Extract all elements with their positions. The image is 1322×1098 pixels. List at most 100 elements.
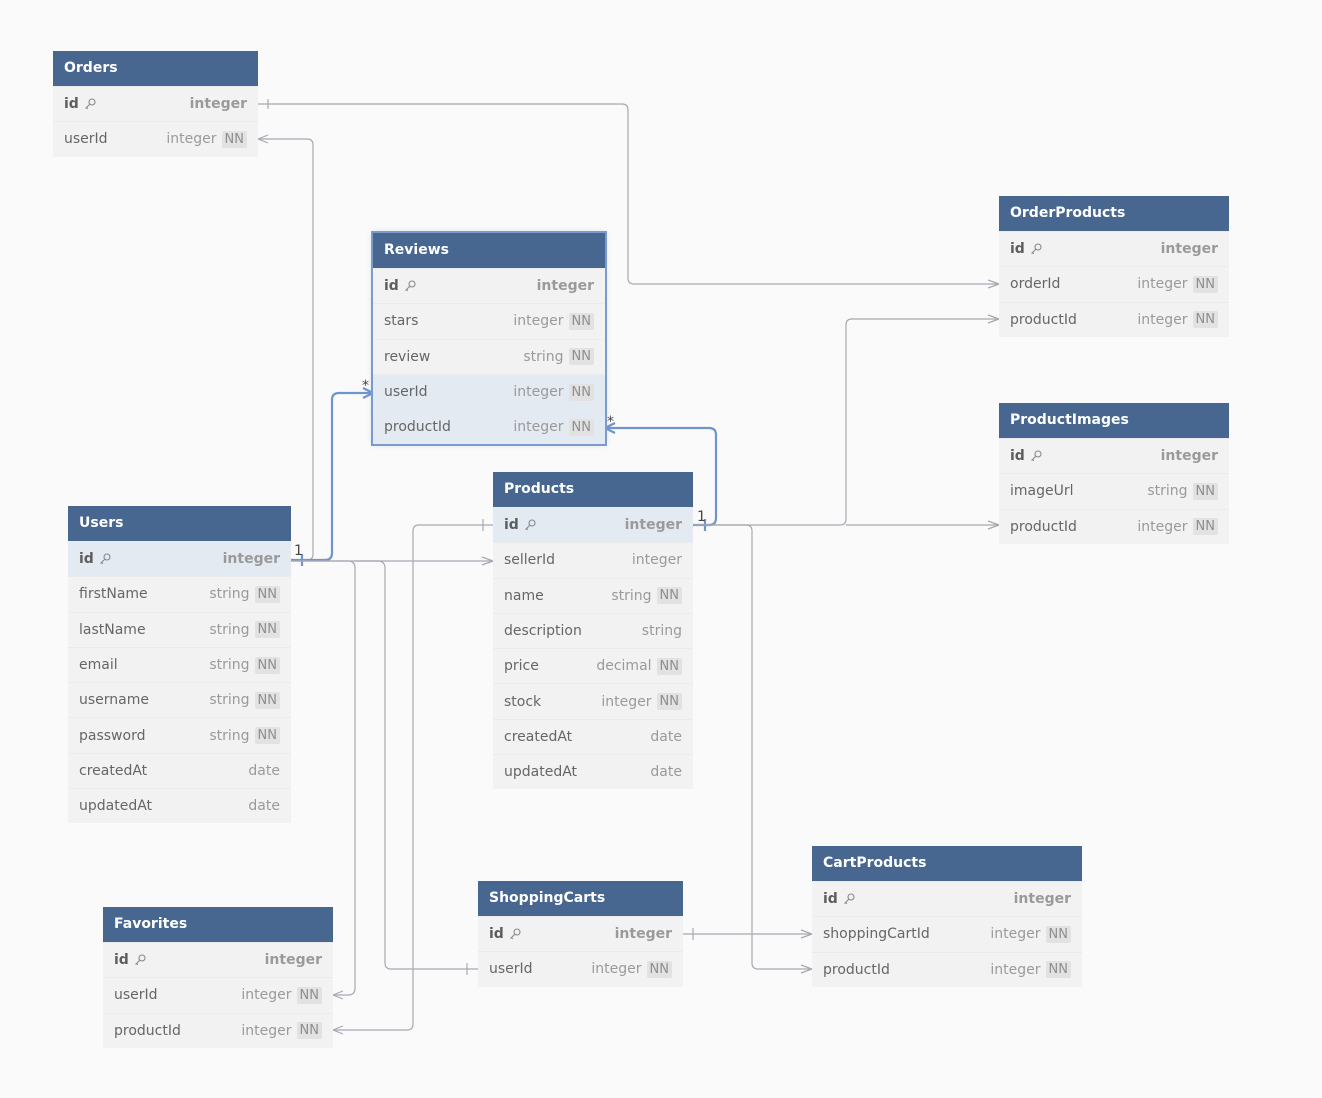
field-row-username[interactable]: username string NN (68, 682, 291, 717)
field-row-productid[interactable]: productId integer NN (373, 409, 605, 445)
field-name: description (504, 623, 582, 639)
field-row-productid[interactable]: productId integer NN (999, 508, 1229, 544)
many-marker[interactable] (257, 134, 269, 144)
table-orders[interactable]: Orders id integer userId integer NN (53, 51, 258, 157)
field-row-id[interactable]: id integer (478, 916, 683, 951)
field-row-createdat[interactable]: createdAt date (68, 752, 291, 788)
key-icon (134, 954, 146, 966)
field-row-imageurl[interactable]: imageUrl string NN (999, 473, 1229, 508)
field-row-userid[interactable]: userId integer NN (53, 121, 258, 156)
field-row-shoppingcartid[interactable]: shoppingCartId integer NN (812, 916, 1082, 951)
not-null-badge: NN (296, 986, 322, 1004)
table-header[interactable]: CartProducts (812, 846, 1082, 881)
field-name: id (79, 551, 111, 567)
field-row-id[interactable]: id integer (812, 881, 1082, 916)
field-type-text: integer (536, 278, 594, 295)
table-header[interactable]: Users (68, 506, 291, 541)
field-type-text: string (523, 348, 564, 365)
table-header[interactable]: ProductImages (999, 403, 1229, 438)
field-type: string NN (611, 587, 682, 605)
field-row-userid[interactable]: userId integer NN (103, 977, 333, 1012)
field-row-id[interactable]: id integer (68, 541, 291, 577)
field-row-review[interactable]: review string NN (373, 338, 605, 374)
field-row-updatedat[interactable]: updatedAt date (493, 754, 693, 789)
field-name: shoppingCartId (823, 926, 930, 942)
many-marker[interactable] (604, 422, 616, 434)
table-favorites[interactable]: Favorites id integer userId integer NN product… (103, 907, 333, 1048)
field-name: userId (489, 961, 533, 977)
field-row-stock[interactable]: stock integer NN (493, 683, 693, 718)
field-name: id (64, 96, 96, 112)
field-row-userid[interactable]: userId integer NN (373, 373, 605, 410)
field-row-password[interactable]: password string NN (68, 717, 291, 752)
field-name-text: imageUrl (1010, 483, 1074, 500)
many-marker[interactable] (987, 520, 1000, 530)
field-row-stars[interactable]: stars integer NN (373, 303, 605, 338)
edge-products-cartproducts[interactable] (693, 524, 812, 970)
field-row-lastname[interactable]: lastName string NN (68, 611, 291, 647)
field-type: string NN (209, 691, 280, 709)
field-row-description[interactable]: description string (493, 612, 693, 648)
field-row-id[interactable]: id integer (999, 231, 1229, 266)
many-marker[interactable] (987, 279, 1000, 289)
edge-products-favorites[interactable] (333, 524, 493, 1031)
many-marker[interactable] (362, 387, 374, 399)
field-type-text: integer (601, 693, 652, 710)
edge-users-reviews[interactable] (291, 391, 373, 562)
field-type-text: integer (513, 384, 564, 401)
field-row-sellerid[interactable]: sellerId integer (493, 542, 693, 577)
field-row-firstname[interactable]: firstName string NN (68, 576, 291, 611)
edge-orders-orderproducts[interactable] (258, 103, 999, 285)
table-header[interactable]: Products (493, 472, 693, 507)
table-cartproducts[interactable]: CartProducts id integer shoppingCartId integ… (812, 846, 1082, 987)
field-type: integer (1014, 891, 1071, 907)
field-name: password (79, 728, 145, 744)
field-row-name[interactable]: name string NN (493, 577, 693, 613)
field-row-id[interactable]: id integer (999, 438, 1229, 473)
field-row-id[interactable]: id integer (103, 942, 333, 977)
table-header[interactable]: ShoppingCarts (478, 881, 683, 916)
table-products[interactable]: Products id integer sellerId integer name stri… (493, 472, 693, 790)
field-row-id[interactable]: id integer (493, 507, 693, 543)
table-productimages[interactable]: ProductImages id integer imageUrl string NN pr… (999, 403, 1229, 544)
field-row-productid[interactable]: productId integer NN (103, 1012, 333, 1048)
field-row-productid[interactable]: productId integer NN (999, 301, 1229, 337)
edge-users-orders[interactable] (258, 138, 314, 561)
field-type: integer NN (513, 312, 594, 330)
field-type: integer NN (591, 960, 672, 978)
field-name: userId (64, 131, 108, 147)
many-marker[interactable] (332, 1025, 344, 1035)
field-row-productid[interactable]: productId integer NN (812, 951, 1082, 987)
field-type-text: date (248, 798, 280, 815)
field-row-price[interactable]: price decimal NN (493, 648, 693, 683)
field-row-email[interactable]: email string NN (68, 646, 291, 682)
field-row-updatedat[interactable]: updatedAt date (68, 788, 291, 823)
field-row-orderid[interactable]: orderId integer NN (999, 266, 1229, 301)
table-header[interactable]: Reviews (373, 233, 605, 268)
many-marker[interactable] (987, 314, 1000, 324)
table-orderproducts[interactable]: OrderProducts id integer orderId integer NN pr… (999, 196, 1229, 337)
many-marker[interactable] (800, 929, 813, 939)
field-name-text: orderId (1010, 276, 1061, 293)
many-marker[interactable] (481, 556, 494, 566)
table-shoppingcarts[interactable]: ShoppingCarts id integer userId integer NN (478, 881, 683, 987)
table-reviews[interactable]: Reviews id integer stars integer NN review stri… (371, 230, 607, 447)
field-name-text: productId (1010, 518, 1077, 535)
many-marker[interactable] (800, 964, 813, 974)
field-row-id[interactable]: id integer (53, 86, 258, 121)
table-header[interactable]: OrderProducts (999, 196, 1229, 231)
field-row-createdat[interactable]: createdAt date (493, 718, 693, 754)
table-header[interactable]: Favorites (103, 907, 333, 942)
table-header[interactable]: Orders (53, 51, 258, 86)
field-name: id (384, 278, 416, 294)
field-row-userid[interactable]: userId integer NN (478, 951, 683, 986)
field-row-id[interactable]: id integer (373, 268, 605, 303)
field-name-text: id (114, 952, 129, 969)
table-users[interactable]: Users id integer firstName string NN lastName s… (68, 506, 291, 824)
edge-users-shoppingcarts[interactable] (355, 560, 478, 970)
edge-products-orderproducts[interactable] (693, 318, 999, 526)
diagram-canvas[interactable]: 1 * 1 * Orders id integer userId integer NN Revi… (0, 0, 1322, 1098)
not-null-badge: NN (646, 960, 672, 978)
field-name-text: review (384, 348, 431, 365)
many-marker[interactable] (332, 990, 344, 1000)
